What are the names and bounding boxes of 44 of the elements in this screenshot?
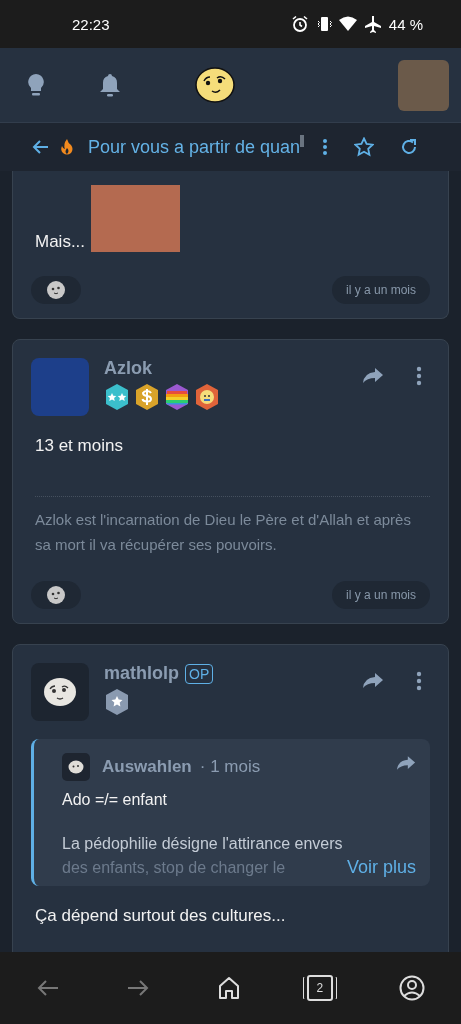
lightbulb-icon[interactable]: [27, 73, 45, 97]
quote-author[interactable]: Auswahlen: [102, 757, 192, 777]
post-time: il y a un mois: [331, 581, 430, 609]
share-icon[interactable]: [362, 672, 384, 690]
battery-percent: 44 %: [388, 15, 423, 33]
more-icon[interactable]: [416, 366, 422, 386]
flame-icon: [60, 138, 74, 156]
vibrate-icon: [315, 15, 332, 33]
post-text: 13 et moins: [35, 436, 124, 456]
signature-text: Azlok est l'incarnation de Dieu le Père et d'Allah et après sa mort il va récupérer ses pouvoirs.: [35, 496, 430, 557]
face-icon: [46, 585, 66, 605]
smiley-face-logo[interactable]: [195, 67, 235, 103]
avatar-icon: [62, 753, 90, 781]
avatar-icon[interactable]: [31, 663, 89, 721]
see-more-link[interactable]: Voir plus: [346, 857, 416, 878]
refresh-icon[interactable]: [400, 138, 419, 156]
home-icon[interactable]: [216, 976, 241, 1000]
status-time: 22:23: [72, 15, 110, 33]
quote-text: des enfants, stop de changer le: [62, 859, 286, 877]
author-name[interactable]: Azlok: [104, 358, 152, 379]
bell-icon[interactable]: [99, 73, 121, 97]
quote-text: La pédophilie désigne l'attirance envers: [62, 835, 344, 853]
airplane-icon: [363, 15, 382, 33]
face-icon: [46, 280, 66, 300]
quote-age: · 1 mois: [199, 757, 261, 777]
more-icon[interactable]: [416, 671, 422, 691]
wifi-icon: [338, 16, 357, 32]
post-time: il y a un mois: [331, 276, 430, 304]
reaction-button[interactable]: [31, 581, 81, 609]
more-icon[interactable]: [322, 138, 329, 156]
op-tag: OP: [185, 663, 214, 684]
share-icon[interactable]: [396, 754, 416, 772]
post-text: Mais...: [35, 232, 86, 252]
star-icon[interactable]: [354, 137, 375, 157]
quote-text: Ado =/= enfant: [62, 791, 168, 809]
alarm-icon: [290, 15, 309, 33]
forward-arrow-icon[interactable]: [126, 978, 151, 998]
share-icon[interactable]: [362, 367, 384, 385]
reaction-button[interactable]: [31, 276, 81, 304]
post-text: Ça dépend surtout des cultures...: [35, 906, 287, 926]
account-icon[interactable]: [399, 975, 425, 1001]
back-arrow-icon[interactable]: [36, 978, 60, 998]
back-arrow-icon[interactable]: [32, 139, 50, 155]
author-name[interactable]: mathlolp: [104, 663, 179, 684]
